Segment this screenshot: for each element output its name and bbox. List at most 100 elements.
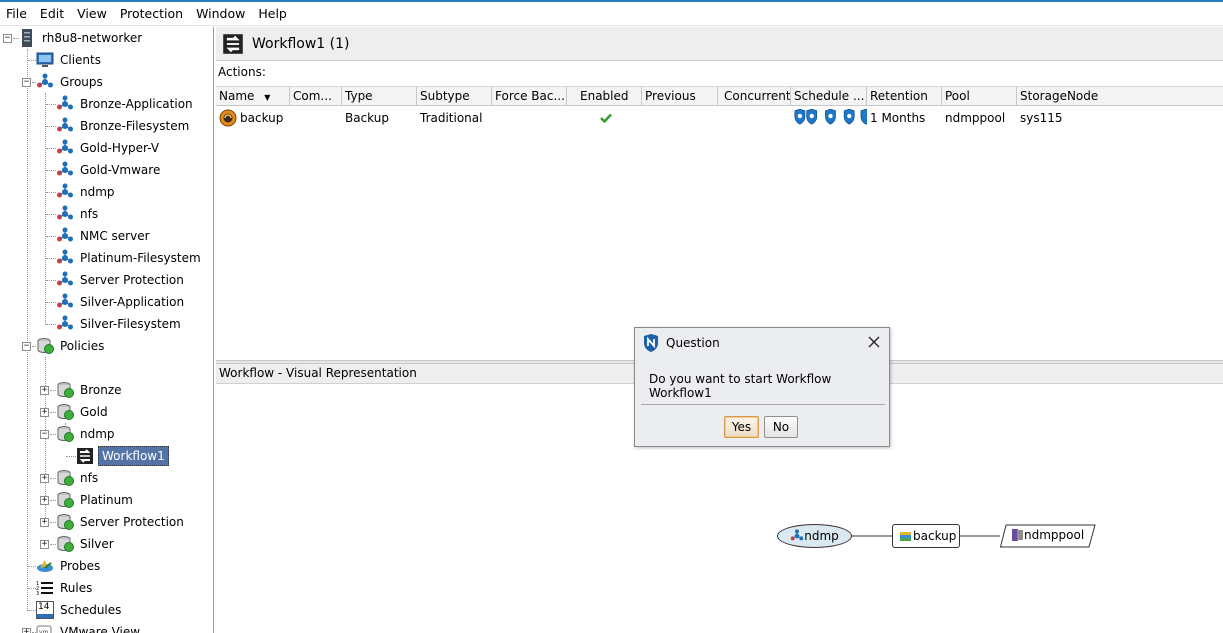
tree-connector — [46, 324, 56, 325]
tree-group-item[interactable]: Silver-Application — [56, 291, 186, 313]
diagram-action-node[interactable]: backup — [892, 524, 960, 548]
diagram-group-node[interactable]: ndmp — [777, 524, 852, 548]
tree-workflow-item[interactable]: Workflow1 — [76, 445, 169, 467]
column-header-pool[interactable]: Pool — [942, 87, 1017, 106]
collapse-root-toggle[interactable]: − — [3, 34, 12, 43]
diagram-pool-content: ndmppool — [1012, 528, 1084, 542]
diagram-pool-label: ndmppool — [1024, 528, 1085, 542]
menu-file[interactable]: File — [0, 2, 34, 26]
tree-connector — [66, 456, 76, 457]
tree-group-item[interactable]: Gold-Hyper-V — [56, 137, 161, 159]
cell-name-text: backup — [240, 111, 284, 125]
tree-item-rules[interactable]: 123 Rules — [36, 577, 94, 599]
tree-group-item[interactable]: Gold-Vmware — [56, 159, 162, 181]
tree-item-schedules[interactable]: 14 Schedules — [36, 599, 123, 621]
tree-policy-item[interactable]: ndmp — [56, 423, 117, 445]
group-network-icon — [56, 95, 74, 113]
question-dialog: Question Do you want to start Workflow W… — [634, 327, 890, 447]
column-header-concurrent[interactable]: Concurrent — [718, 87, 791, 106]
tree-item-groups[interactable]: Groups — [36, 71, 105, 93]
cell-name: backup — [216, 107, 290, 129]
visual-representation-title: Workflow - Visual Representation — [219, 366, 417, 380]
cell-type: Backup — [345, 111, 389, 125]
expand-policy-toggle[interactable]: + — [40, 540, 49, 549]
cell-enabled — [567, 107, 642, 129]
tree-policy-item[interactable]: Gold — [56, 401, 110, 423]
menu-help[interactable]: Help — [252, 2, 294, 26]
cell-retention: 1 Months — [870, 111, 926, 125]
tree-group-item[interactable]: Silver-Filesystem — [56, 313, 183, 335]
page-title: Workflow1 (1) — [252, 35, 350, 52]
tree-group-item[interactable]: nfs — [56, 203, 100, 225]
column-header-comment[interactable]: Com... — [290, 87, 342, 106]
tree-item-vmware-view-label: VMware View — [60, 625, 141, 633]
svg-text:3: 3 — [36, 591, 39, 597]
tree-item-clients[interactable]: Clients — [36, 49, 103, 71]
policy-database-icon — [56, 491, 74, 509]
column-header-force-backup[interactable]: Force Bac... — [492, 87, 567, 106]
diagram-pool-node[interactable]: ndmppool — [1000, 524, 1096, 548]
tree-policy-label: Platinum — [80, 493, 133, 507]
column-header-type[interactable]: Type — [342, 87, 417, 106]
expand-policy-toggle[interactable]: + — [40, 496, 49, 505]
policy-database-icon — [56, 425, 74, 443]
tree-policy-label: Bronze — [80, 383, 122, 397]
expand-policy-toggle[interactable]: + — [40, 518, 49, 527]
tree-root[interactable]: rh8u8-networker — [18, 27, 144, 49]
calendar-day-text: 14 — [38, 602, 50, 612]
tree-policy-label: Server Protection — [80, 515, 184, 529]
menu-protection[interactable]: Protection — [114, 2, 190, 26]
tree-group-item[interactable]: Bronze-Filesystem — [56, 115, 191, 137]
expand-vmware-toggle[interactable]: + — [22, 628, 31, 633]
column-header-previous[interactable]: Previous — [642, 87, 718, 106]
expand-policy-toggle[interactable]: + — [40, 474, 49, 483]
tree-item-clients-label: Clients — [60, 53, 101, 67]
tree-group-label: nfs — [80, 207, 99, 221]
tree-policy-item[interactable]: nfs — [56, 467, 100, 489]
table-row[interactable]: backup Backup Traditional 1 Months ndmpp… — [216, 107, 1223, 129]
yes-button[interactable]: Yes — [724, 416, 759, 438]
tree-connector — [46, 214, 56, 215]
close-icon[interactable] — [867, 335, 881, 349]
dialog-title-bar[interactable]: Question — [635, 328, 889, 358]
menu-edit[interactable]: Edit — [34, 2, 71, 26]
tree-item-policies[interactable]: Policies — [36, 335, 106, 357]
tree-group-item[interactable]: NMC server — [56, 225, 152, 247]
column-header-subtype[interactable]: Subtype — [417, 87, 492, 106]
menu-window[interactable]: Window — [190, 2, 252, 26]
workflow-icon — [76, 447, 94, 465]
column-header-schedule[interactable]: Schedule ... — [791, 87, 867, 106]
collapse-policy-toggle[interactable]: − — [40, 430, 49, 439]
tree-group-label: Gold-Hyper-V — [80, 141, 160, 155]
tree-item-probes[interactable]: Probes — [36, 555, 102, 577]
tree-policy-item[interactable]: Silver — [56, 533, 116, 555]
tree-group-item[interactable]: Platinum-Filesystem — [56, 247, 203, 269]
expand-policy-toggle[interactable]: + — [40, 386, 49, 395]
column-header-name[interactable]: Name ▼ — [216, 87, 290, 106]
tree-group-item[interactable]: Bronze-Application — [56, 93, 195, 115]
menu-bar: File Edit View Protection Window Help — [0, 2, 1223, 26]
dialog-separator — [641, 404, 885, 405]
column-header-retention[interactable]: Retention — [867, 87, 942, 106]
no-button[interactable]: No — [764, 416, 798, 438]
tree-policy-item[interactable]: Server Protection — [56, 511, 186, 533]
collapse-groups-toggle[interactable]: − — [22, 78, 31, 87]
tree-group-item[interactable]: Server Protection — [56, 269, 186, 291]
column-header-storage-node[interactable]: StorageNode — [1017, 87, 1223, 106]
column-header-enabled[interactable]: Enabled — [567, 87, 642, 106]
diagram-action-label: backup — [913, 529, 957, 543]
tree-group-label: Silver-Application — [80, 295, 185, 309]
group-network-icon — [56, 205, 74, 223]
menu-view[interactable]: View — [71, 2, 114, 26]
tree-item-vmware-view[interactable]: vm VMware View — [36, 621, 142, 633]
policy-database-icon — [36, 337, 54, 355]
expand-policy-toggle[interactable]: + — [40, 408, 49, 417]
tree-policy-item[interactable]: Platinum — [56, 489, 135, 511]
group-network-icon — [56, 227, 74, 245]
svg-text:vm: vm — [39, 629, 49, 633]
tree-connector — [46, 302, 56, 303]
tree-group-item[interactable]: ndmp — [56, 181, 117, 203]
tree-policy-item[interactable]: Bronze — [56, 379, 124, 401]
monitor-icon — [36, 51, 54, 69]
collapse-policies-toggle[interactable]: − — [22, 342, 31, 351]
